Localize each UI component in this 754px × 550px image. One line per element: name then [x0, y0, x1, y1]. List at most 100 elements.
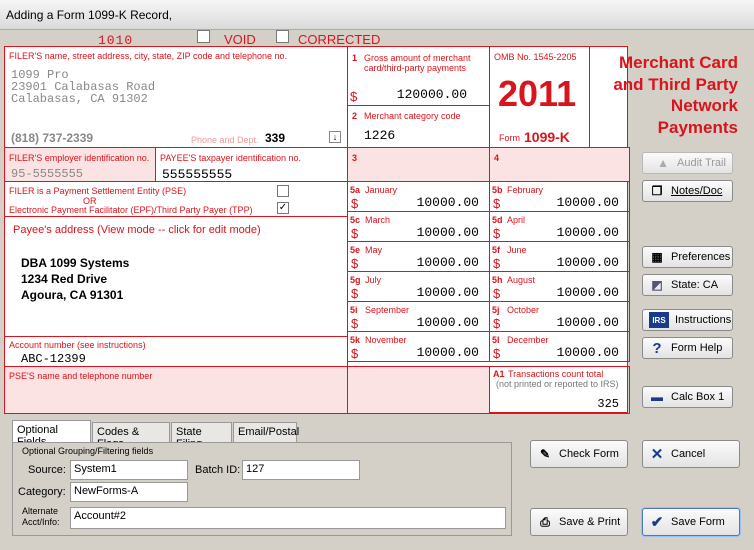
month-name: April: [507, 215, 526, 225]
dollar-sign: $: [493, 286, 501, 301]
month-num: 5d: [492, 215, 503, 225]
corrected-label: CORRECTED: [298, 32, 381, 47]
month-value: 10000.00: [416, 315, 479, 330]
epf-checkbox[interactable]: ✓: [277, 202, 289, 214]
document-icon: ❐: [651, 184, 663, 198]
dollar-sign: $: [493, 196, 501, 211]
filer-address: 1099 Pro 23901 Calabasas Road Calabasas, C…: [11, 68, 156, 106]
blank-box: [347, 366, 490, 414]
month-num: 5g: [350, 275, 361, 285]
dollar-sign: $: [493, 316, 501, 331]
month-name: September: [365, 305, 410, 315]
month-name: February: [507, 185, 544, 195]
omb-box: OMB No. 1545-2205 2011 Form 1099-K: [489, 46, 590, 148]
batch-id-input[interactable]: 127: [242, 460, 360, 480]
notes-doc-button[interactable]: ❐ Notes/Doc: [642, 180, 733, 202]
box4[interactable]: 4: [489, 147, 630, 182]
month-value: 10000.00: [416, 195, 479, 210]
dollar-sign: $: [493, 346, 501, 361]
payee-address-label: Payee's address (View mode -- click for …: [13, 224, 261, 236]
save-print-button[interactable]: ⎙ Save & Print: [530, 508, 628, 536]
arrow-down-icon[interactable]: ↓: [329, 131, 341, 143]
dollar-sign: $: [351, 286, 359, 301]
month-name: June: [507, 245, 527, 255]
instructions-button[interactable]: IRS Instructions: [642, 309, 733, 331]
a1-box[interactable]: A1 Transactions count total (not printed…: [489, 366, 630, 414]
alternate-acct-input[interactable]: Account#2: [70, 507, 506, 529]
box2[interactable]: 2 Merchant category code 1226: [347, 105, 490, 148]
state-button[interactable]: ◩ State: CA: [642, 274, 733, 296]
box2-value: 1226: [364, 128, 396, 143]
filer-box[interactable]: FILER'S name, street address, city, stat…: [4, 46, 348, 148]
box1[interactable]: 1 Gross amount of merchant card/third-pa…: [347, 46, 490, 106]
pse-name-box[interactable]: PSE'S name and telephone number: [4, 366, 348, 414]
check-form-button[interactable]: ✎ Check Form: [530, 440, 628, 468]
month-box-5b[interactable]: 5b February $10000.00: [489, 181, 630, 212]
box1-label: Gross amount of merchant card/third-part…: [364, 53, 471, 73]
month-num: 5h: [492, 275, 503, 285]
save-form-button[interactable]: ✔ Save Form: [642, 508, 740, 536]
pse-checkbox[interactable]: [277, 185, 289, 197]
dollar-sign: $: [351, 346, 359, 361]
check-icon: ✔: [650, 514, 664, 531]
form-year: 2011: [498, 73, 577, 114]
month-box-5d[interactable]: 5d April $10000.00: [489, 211, 630, 242]
filer-ein-box[interactable]: FILER'S employer identification no. 95-5…: [4, 147, 156, 182]
tab-optional-fields[interactable]: Optional Fields: [12, 420, 91, 448]
pse-box: FILER is a Payment Settlement Entity (PS…: [4, 181, 348, 217]
month-value: 10000.00: [556, 225, 619, 240]
source-input[interactable]: System1: [70, 460, 188, 480]
equals-icon: ▬: [651, 390, 663, 404]
month-name: January: [365, 185, 398, 195]
phone-dept: 339: [265, 131, 286, 145]
month-box-5k[interactable]: 5k November $10000.00: [347, 331, 490, 362]
payee-tin-box[interactable]: PAYEE'S taxpayer identification no. 5555…: [155, 147, 348, 182]
month-num: 5b: [492, 185, 503, 195]
month-box-5f[interactable]: 5f June $10000.00: [489, 241, 630, 272]
tab-state-filing[interactable]: State Filing: [171, 422, 232, 450]
map-icon: ◩: [651, 278, 663, 292]
form-help-button[interactable]: ? Form Help: [642, 337, 733, 359]
month-num: 5c: [350, 215, 361, 225]
month-box-5l[interactable]: 5l December $10000.00: [489, 331, 630, 362]
form-name: 1099-K: [524, 129, 570, 145]
month-box-5h[interactable]: 5h August $10000.00: [489, 271, 630, 302]
window-title: Adding a Form 1099-K Record,: [6, 8, 173, 22]
dollar-sign: $: [351, 316, 359, 331]
calc-box1-button[interactable]: ▬ Calc Box 1: [642, 386, 733, 408]
month-box-5j[interactable]: 5j October $10000.00: [489, 301, 630, 332]
form-1099k: FILER'S name, street address, city, stat…: [4, 46, 630, 414]
month-value: 10000.00: [556, 345, 619, 360]
month-box-5a[interactable]: 5a January $10000.00: [347, 181, 490, 212]
a1-value: 325: [597, 397, 619, 411]
print-icon: ⎙: [540, 514, 550, 529]
month-value: 10000.00: [416, 255, 479, 270]
corrected-checkbox[interactable]: [276, 30, 289, 43]
month-box-5e[interactable]: 5e May $10000.00: [347, 241, 490, 272]
account-box[interactable]: Account number (see instructions) ABC-12…: [4, 336, 348, 367]
irs-icon: IRS: [649, 312, 669, 328]
cancel-button[interactable]: ✕ Cancel: [642, 440, 740, 468]
tab-email-postal[interactable]: Email/Postal: [233, 422, 299, 442]
month-num: 5i: [350, 305, 358, 315]
box3[interactable]: 3: [347, 147, 490, 182]
tab-codes-flags[interactable]: Codes & Flags: [92, 422, 170, 450]
filer-label: FILER'S name, street address, city, stat…: [9, 51, 288, 61]
month-name: October: [507, 305, 540, 315]
preferences-button[interactable]: ▦ Preferences: [642, 246, 733, 268]
month-name: August: [507, 275, 536, 285]
month-name: November: [365, 335, 407, 345]
payee-address-box[interactable]: Payee's address (View mode -- click for …: [4, 216, 348, 337]
category-input[interactable]: NewForms-A: [70, 482, 188, 502]
payee-tin: 555555555: [162, 167, 233, 182]
month-box-5g[interactable]: 5g July $10000.00: [347, 271, 490, 302]
void-checkbox[interactable]: [197, 30, 210, 43]
audit-trail-button[interactable]: ▲ Audit Trail: [642, 152, 733, 174]
month-box-5i[interactable]: 5i September $10000.00: [347, 301, 490, 332]
month-name: December: [507, 335, 549, 345]
dollar-sign: $: [351, 226, 359, 241]
month-num: 5f: [492, 245, 501, 255]
month-value: 10000.00: [556, 255, 619, 270]
month-box-5c[interactable]: 5c March $10000.00: [347, 211, 490, 242]
month-value: 10000.00: [556, 315, 619, 330]
